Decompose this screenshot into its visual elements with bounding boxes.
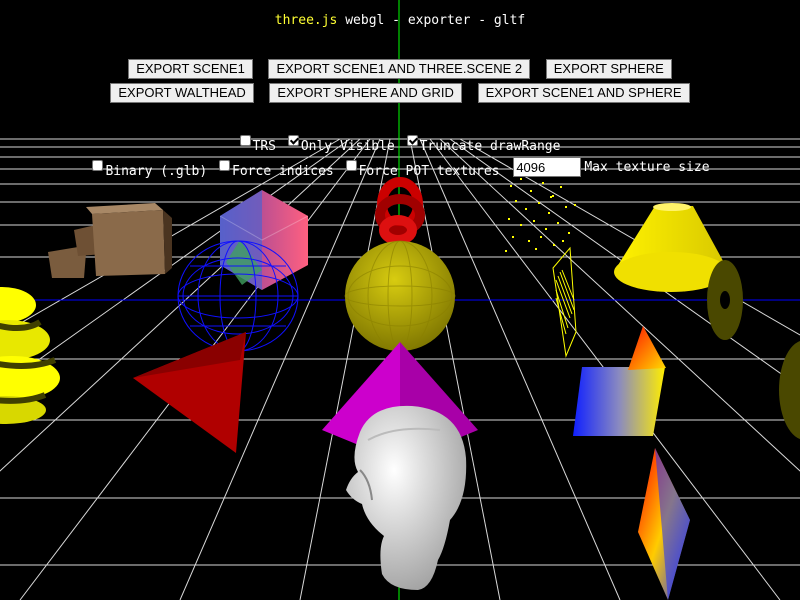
truncate-drawrange-checkbox[interactable] (406, 135, 418, 146)
export-walthead-button[interactable]: EXPORT WALTHEAD (110, 83, 254, 103)
trs-option: TRS (239, 135, 276, 154)
trs-label: TRS (252, 139, 276, 154)
threejs-link[interactable]: three.js (275, 13, 338, 28)
trs-checkbox[interactable] (239, 135, 251, 146)
header-title: webgl - exporter - gltf (337, 13, 526, 28)
yellow-lathe-spiral-icon (0, 287, 60, 424)
export-scene1-button[interactable]: EXPORT SCENE1 (128, 59, 253, 79)
header-info: three.js webgl - exporter - gltf (0, 13, 800, 28)
export-button-row-1: EXPORT SCENE1 EXPORT SCENE1 AND THREE.SC… (0, 58, 800, 79)
truncate-drawrange-label: Truncate drawRange (419, 139, 561, 154)
force-indices-option: Force indices (219, 159, 334, 179)
truncate-option: Truncate drawRange (406, 135, 561, 154)
gradient-plane-icon (573, 367, 665, 436)
force-pot-checkbox[interactable] (345, 159, 357, 171)
binary-glb-checkbox[interactable] (92, 159, 104, 171)
only-visible-label: Only Visible (300, 139, 395, 154)
only-visible-option: Only Visible (287, 135, 395, 154)
textured-icosahedron-icon (219, 190, 309, 290)
red-torus-knot-icon (375, 177, 425, 245)
red-triangle-icon (133, 332, 246, 453)
force-pot-option: Force POT textures (345, 159, 500, 179)
export-button-row-2: EXPORT WALTHEAD EXPORT SPHERE AND GRID E… (0, 82, 800, 103)
force-pot-label: Force POT textures (358, 163, 500, 179)
dark-ring-edge-icon (779, 340, 800, 440)
binary-glb-label: Binary (.glb) (105, 163, 208, 179)
yellow-line-plane-icon (552, 246, 577, 358)
options-row-1: TRS Only Visible Truncate drawRange (0, 135, 800, 154)
walt-head-icon (346, 405, 467, 590)
force-indices-label: Force indices (232, 163, 334, 179)
red-yellow-shard-icon (628, 326, 666, 370)
max-texture-size-input[interactable] (513, 157, 582, 177)
export-scene1-and-sphere-button[interactable]: EXPORT SCENE1 AND SPHERE (477, 83, 690, 103)
options-row-2: Binary (.glb) Force indices Force POT te… (0, 157, 800, 179)
dark-ring-icon (707, 260, 743, 340)
export-sphere-button[interactable]: EXPORT SPHERE (545, 59, 672, 79)
point-cloud-icon (505, 178, 576, 252)
only-visible-checkbox[interactable] (287, 135, 299, 146)
max-texture-size-label: Max texture size (584, 159, 710, 175)
binary-option: Binary (.glb) (92, 159, 208, 179)
export-scene1-and-scene2-button[interactable]: EXPORT SCENE1 AND THREE.SCENE 2 (268, 59, 531, 79)
yellow-sphere-icon (344, 240, 456, 352)
force-indices-checkbox[interactable] (219, 159, 231, 171)
export-sphere-and-grid-button[interactable]: EXPORT SPHERE AND GRID (269, 83, 462, 103)
wooden-crate-icon (48, 203, 172, 278)
